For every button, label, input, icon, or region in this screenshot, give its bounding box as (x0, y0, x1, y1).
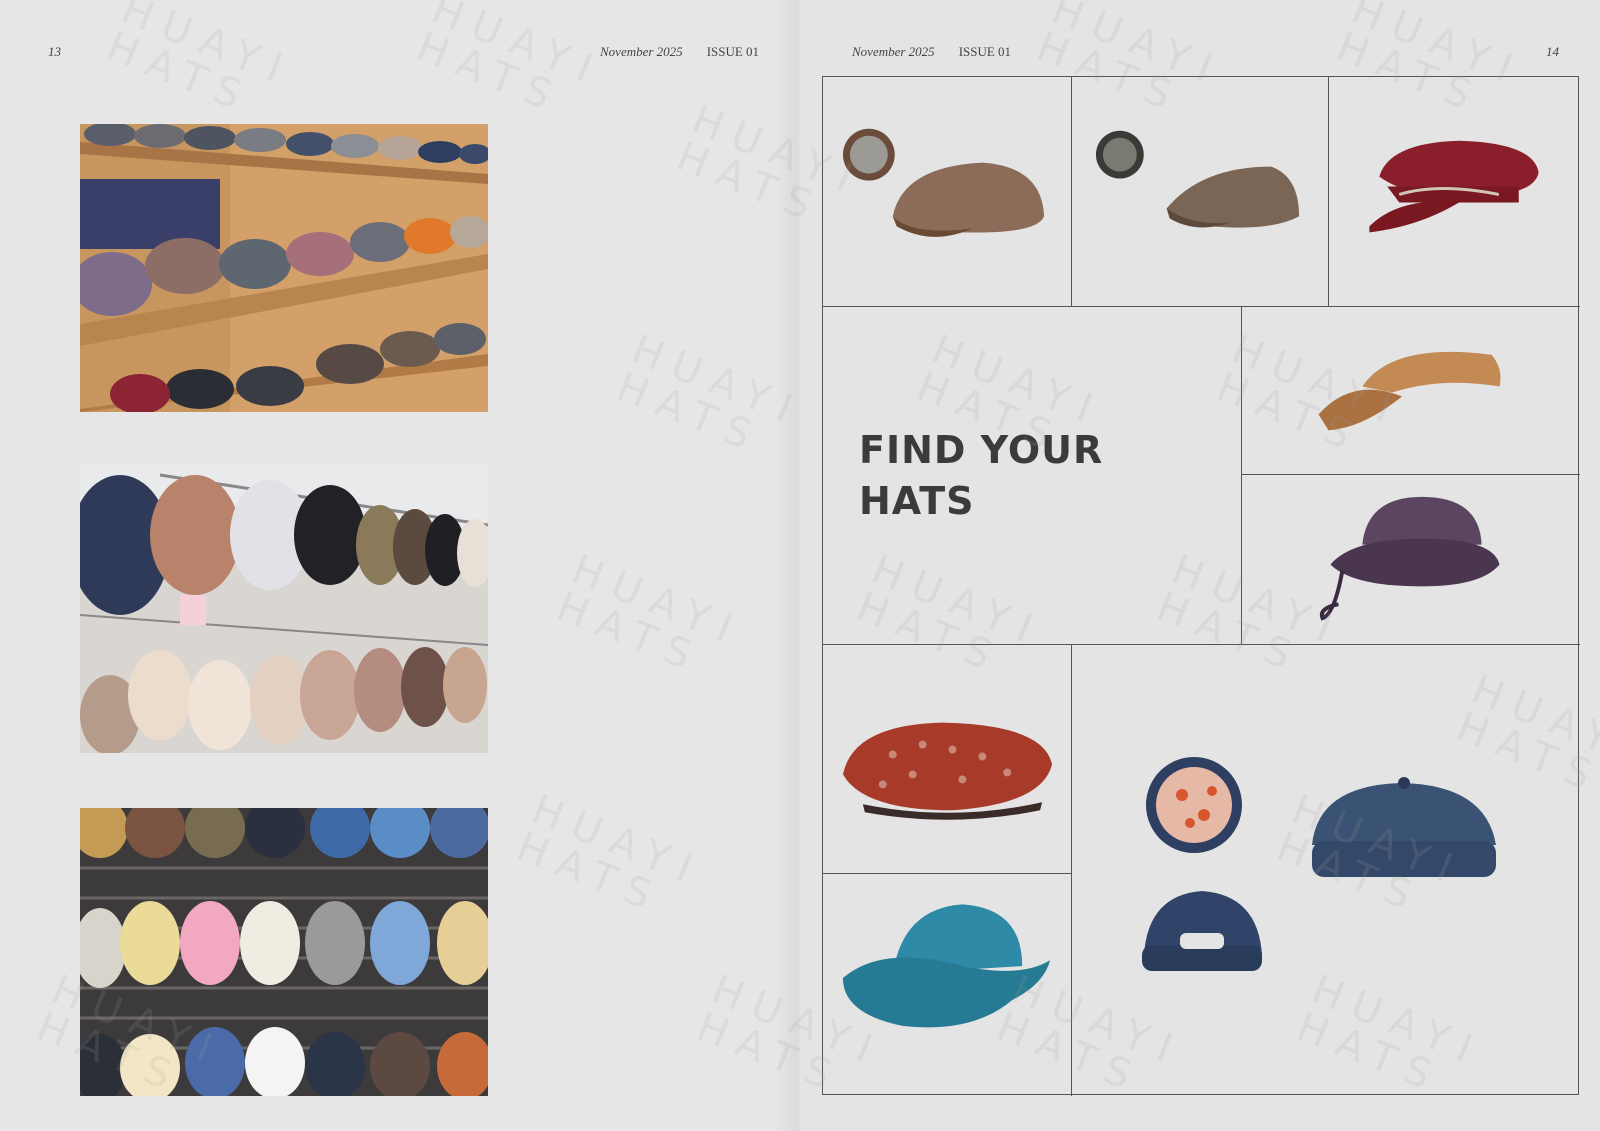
page-number-left: 13 (48, 44, 61, 59)
left-page: 13 November 2025 ISSUE 01 (0, 0, 800, 1131)
product-cell-fisherman-cap (1329, 77, 1580, 307)
product-cell-visor (1242, 307, 1580, 475)
product-grid: FIND YOUR HATS (822, 76, 1580, 1096)
issue-date: November 2025 (600, 44, 683, 59)
newsboy-cap-icon (842, 128, 1045, 237)
plaid-cap-icon (1095, 130, 1300, 228)
docker-cap-icon (1142, 757, 1496, 971)
issue-number: ISSUE 01 (706, 44, 760, 59)
running-header-left: November 2025 ISSUE 01 (600, 44, 759, 60)
visor-icon (1318, 351, 1501, 431)
magazine-spread: 13 November 2025 ISSUE 01 November 2025 … (0, 0, 1600, 1131)
issue-date: November 2025 (852, 44, 935, 59)
cowboy-hat-icon (842, 904, 1051, 1028)
product-cell-bucket-hat (1242, 475, 1580, 645)
product-cell-cowboy-hat (823, 874, 1072, 1096)
running-header-right: November 2025 ISSUE 01 (852, 44, 1011, 60)
photo-baseball-caps (80, 808, 488, 1096)
product-cell-plaid-cap (1072, 77, 1329, 307)
headline-line-2: HATS (859, 479, 975, 523)
headline: FIND YOUR HATS (859, 425, 1159, 527)
product-cell-newsboy-cap (823, 77, 1072, 307)
headline-block: FIND YOUR HATS (823, 307, 1242, 645)
product-cell-beret (823, 645, 1072, 874)
beret-icon (842, 722, 1053, 820)
headline-line-1: FIND YOUR (859, 428, 1104, 472)
issue-number: ISSUE 01 (958, 44, 1012, 59)
page-number-right: 14 (1546, 44, 1559, 59)
bucket-hat-icon (1319, 496, 1500, 621)
product-cell-docker-cap (1072, 645, 1580, 1096)
photo-shelf-caps (80, 124, 488, 412)
photo-hanging-caps (80, 465, 488, 753)
fisherman-cap-icon (1369, 140, 1539, 233)
